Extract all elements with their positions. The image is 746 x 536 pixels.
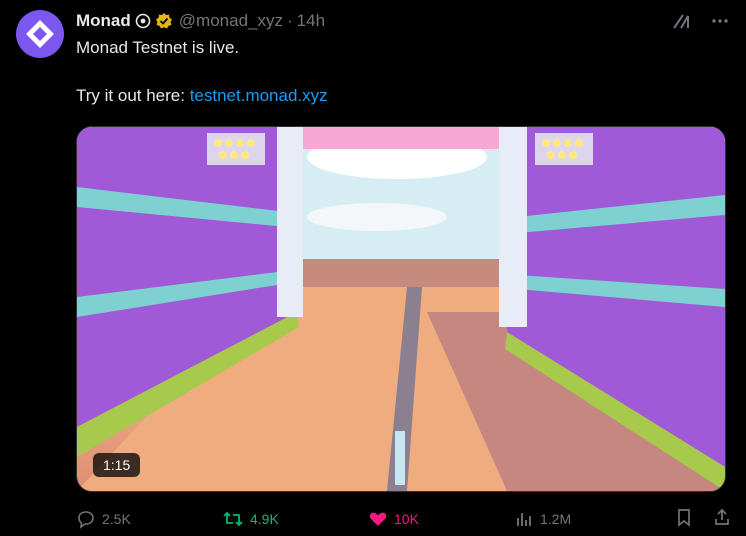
repost-button[interactable]: 4.9K (222, 509, 368, 529)
video-frame-illustration (77, 127, 725, 491)
post-line-1: Monad Testnet is live. (76, 38, 240, 57)
views-icon (517, 513, 531, 526)
post-header: Monad @monad_xyz · 14h (76, 10, 325, 32)
monad-logo-icon (26, 20, 54, 48)
secondary-actions (674, 507, 732, 532)
separator-dot: · (286, 11, 293, 30)
bookmark-icon[interactable] (674, 507, 694, 532)
like-button[interactable]: 10K (368, 509, 514, 529)
reply-count: 2.5K (102, 511, 131, 527)
share-icon[interactable] (712, 507, 732, 532)
reply-button[interactable]: 2.5K (76, 509, 222, 529)
view-count: 1.2M (540, 511, 572, 527)
affiliate-badge-icon (135, 13, 151, 29)
avatar[interactable] (16, 10, 64, 58)
more-icon[interactable] (710, 11, 730, 36)
repost-icon (223, 511, 243, 527)
post-text: Monad Testnet is live. Try it out here: … (76, 36, 716, 108)
video-player[interactable]: 1:15 (76, 126, 726, 492)
author-handle[interactable]: @monad_xyz (179, 11, 283, 31)
verified-badge-icon[interactable] (155, 12, 173, 30)
video-duration: 1:15 (93, 453, 141, 477)
repost-count: 4.9K (250, 511, 279, 527)
reply-icon (78, 511, 94, 529)
views-button[interactable]: 1.2M (514, 509, 660, 529)
post-line-2-prefix: Try it out here: (76, 86, 190, 105)
grok-icon[interactable] (670, 10, 692, 37)
action-bar: 2.5K 4.9K 10K 1.2M (76, 506, 732, 532)
author-name[interactable]: Monad (76, 11, 131, 31)
like-count: 10K (394, 511, 419, 527)
like-icon (369, 512, 387, 526)
top-right-actions (670, 10, 730, 37)
testnet-link[interactable]: testnet.monad.xyz (190, 86, 328, 105)
post-time[interactable]: 14h (297, 11, 325, 31)
